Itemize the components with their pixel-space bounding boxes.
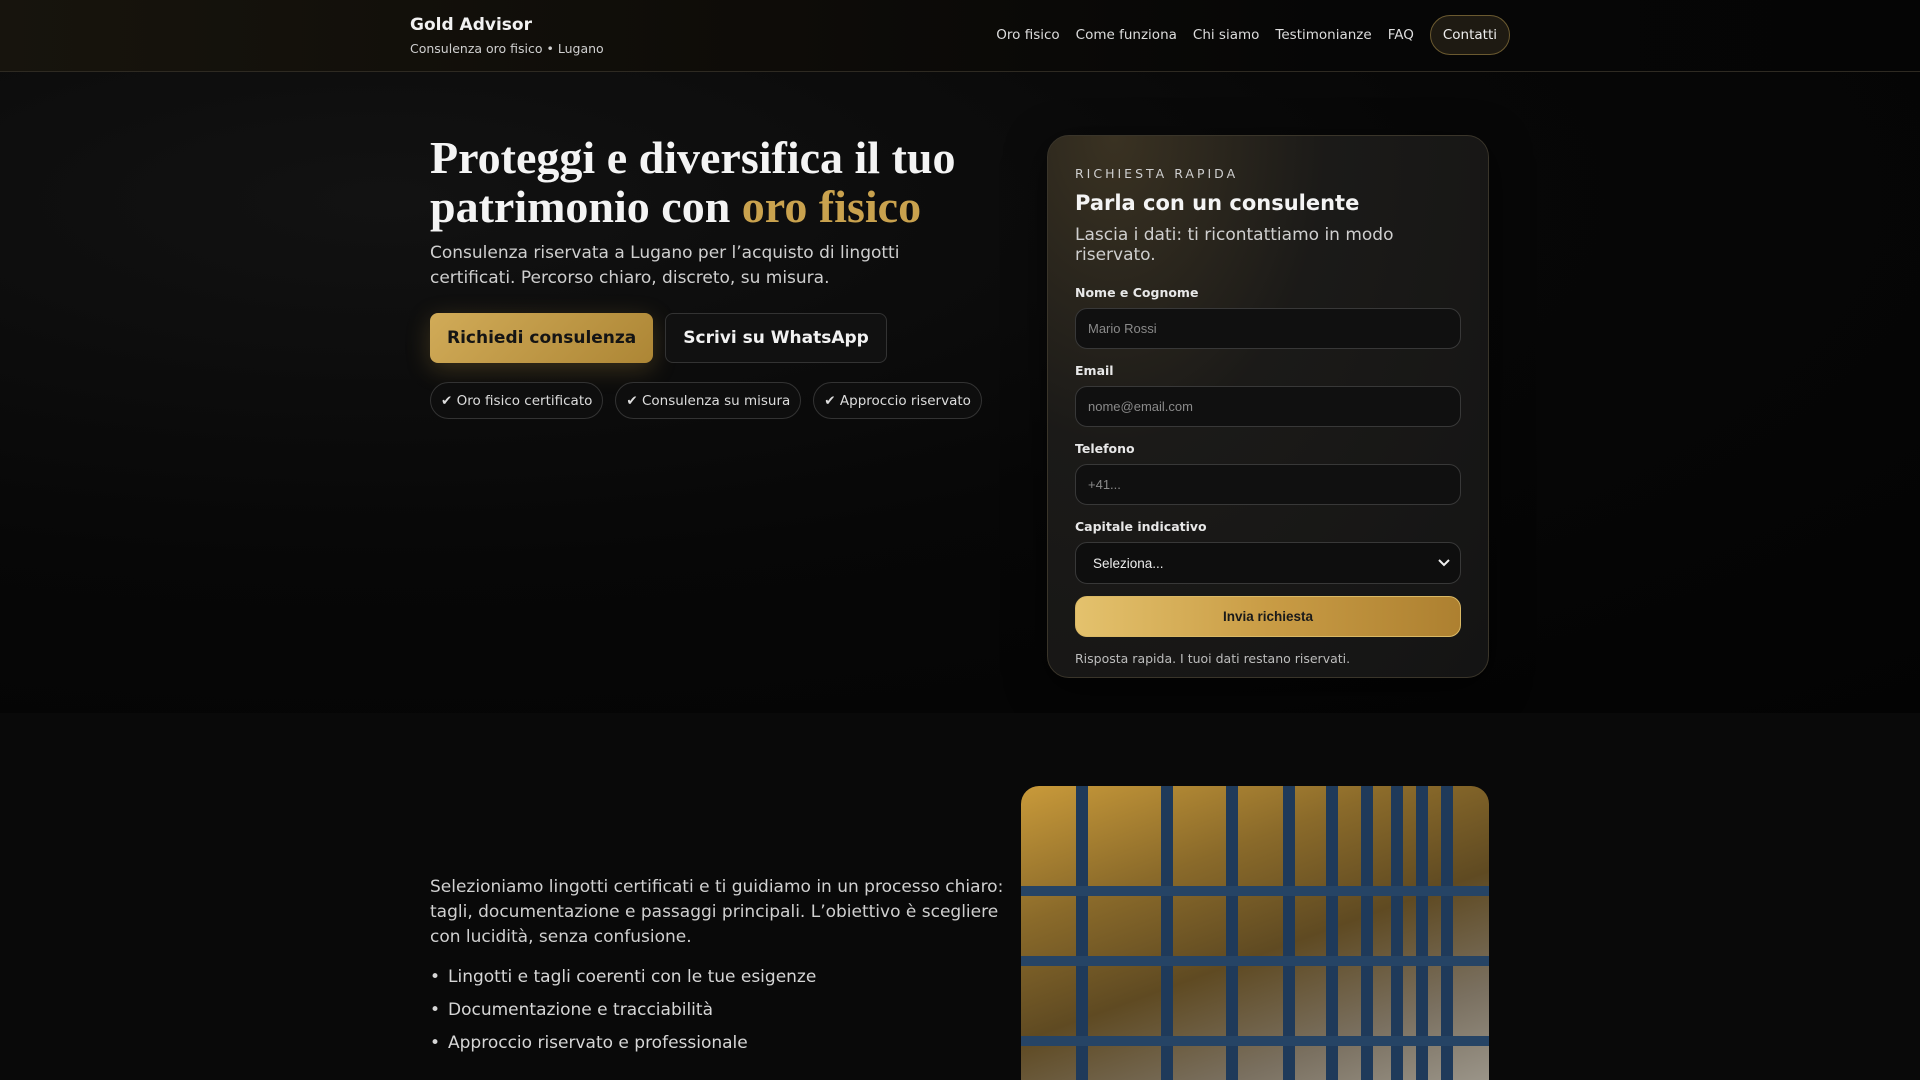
hero-section: Proteggi e diversifica il tuo patrimonio… [0, 72, 1920, 713]
site-header: Gold Advisor Consulenza oro fisico • Lug… [0, 0, 1920, 72]
gold-vault-image [1021, 786, 1489, 1080]
nav-chi-siamo[interactable]: Chi siamo [1193, 27, 1260, 43]
about-section: Selezioniamo lingotti certificati e ti g… [0, 713, 1920, 1080]
request-consultation-button[interactable]: Richiedi consulenza [430, 313, 654, 363]
capital-label: Capitale indicativo [1075, 519, 1207, 534]
feature-chip: ✔ Oro fisico certificato [430, 382, 604, 419]
brand-logo[interactable]: Gold Advisor Consulenza oro fisico • Lug… [410, 15, 604, 56]
hero-title: Proteggi e diversifica il tuo patrimonio… [430, 133, 990, 231]
form-note: Risposta rapida. I tuoi dati restano ris… [1075, 651, 1351, 666]
phone-input[interactable] [1075, 464, 1461, 505]
submit-button[interactable]: Invia richiesta [1075, 596, 1461, 637]
quick-request-form: RICHIESTA RAPIDA Parla con un consulente… [1047, 135, 1489, 678]
main-nav: Oro fisico Come funziona Chi siamo Testi… [996, 15, 1510, 55]
contatti-button[interactable]: Contatti [1429, 15, 1510, 55]
hero-title-highlight: oro fisico [741, 181, 922, 232]
form-subtitle: Lascia i dati: ti ricontattiamo in modo … [1075, 225, 1394, 265]
nav-oro-fisico[interactable]: Oro fisico [996, 27, 1059, 43]
name-label: Nome e Cognome [1075, 285, 1199, 300]
nav-faq[interactable]: FAQ [1388, 27, 1414, 43]
hero-lead: Consulenza riservata a Lugano per l’acqu… [430, 243, 900, 288]
nav-testimonianze[interactable]: Testimonianze [1275, 27, 1371, 43]
feature-chip: ✔ Consulenza su misura [615, 382, 802, 419]
email-input[interactable] [1075, 386, 1461, 427]
brand-name: Gold Advisor [410, 15, 532, 35]
form-kicker: RICHIESTA RAPIDA [1075, 166, 1239, 181]
email-label: Email [1075, 363, 1114, 378]
phone-label: Telefono [1075, 441, 1135, 456]
brand-tagline: Consulenza oro fisico • Lugano [410, 41, 604, 56]
list-item: Lingotti e tagli coerenti con le tue esi… [430, 960, 816, 993]
form-title: Parla con un consulente [1075, 191, 1360, 215]
capital-select-value: Seleziona... [1093, 555, 1164, 571]
list-item: Documentazione e tracciabilità [430, 993, 816, 1026]
name-input[interactable] [1075, 308, 1461, 349]
capital-select[interactable]: Seleziona... [1075, 542, 1461, 584]
nav-come-funziona[interactable]: Come funziona [1076, 27, 1177, 43]
feature-chip: ✔ Approccio riservato [813, 382, 982, 419]
chevron-down-icon [1438, 559, 1450, 567]
whatsapp-button[interactable]: Scrivi su WhatsApp [665, 313, 887, 363]
about-bullets: Lingotti e tagli coerenti con le tue esi… [430, 960, 816, 1059]
about-text: Selezioniamo lingotti certificati e ti g… [430, 877, 1004, 947]
list-item: Approccio riservato e professionale [430, 1026, 816, 1059]
